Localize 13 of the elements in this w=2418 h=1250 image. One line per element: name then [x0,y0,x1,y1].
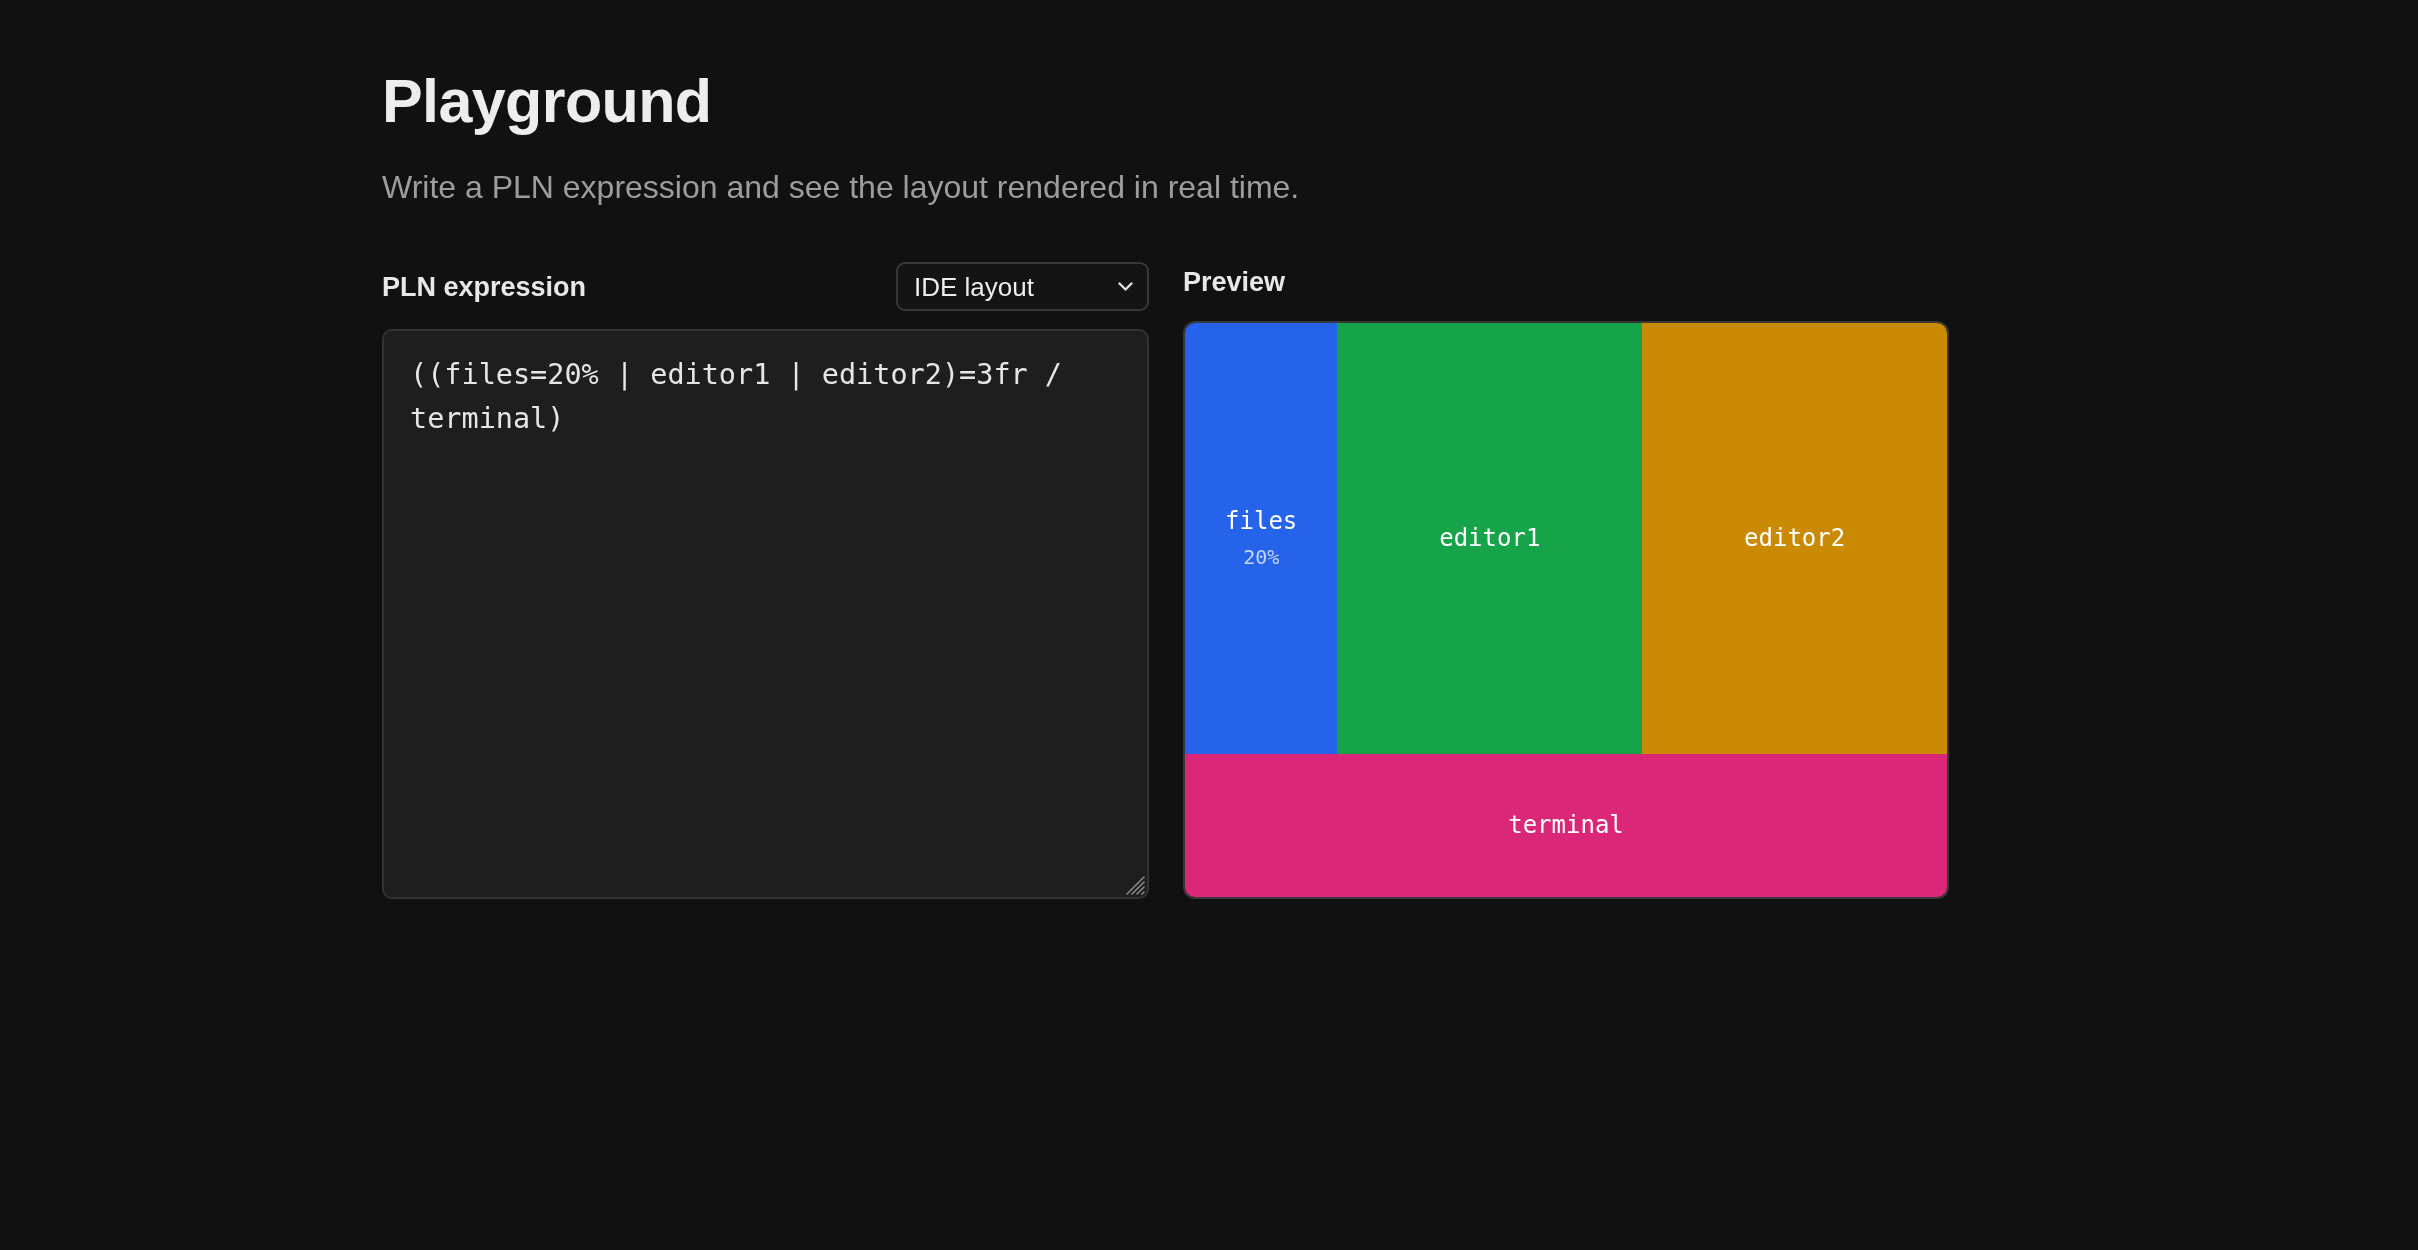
section-label: Preview [1183,266,1287,298]
pane-label: editor1 [1439,523,1541,554]
resize-grip-icon[interactable] [1125,875,1145,895]
section-label: PLN expression [382,270,587,303]
chevron-down-icon [1118,282,1133,291]
expression-editor[interactable]: ((files=20% | editor1 | editor2)=3fr / terminal) [382,329,1149,899]
page-title: Playground [382,66,713,136]
pane-label: editor2 [1744,523,1846,554]
pane-size-label: 20% [1243,544,1280,571]
layout-dropdown[interactable]: IDE layout [896,262,1149,311]
pane-label: files [1225,506,1298,537]
pane-label: terminal [1508,810,1624,841]
page-subtitle: Write a PLN expression and see the layout rendered in real time. [382,168,1301,207]
